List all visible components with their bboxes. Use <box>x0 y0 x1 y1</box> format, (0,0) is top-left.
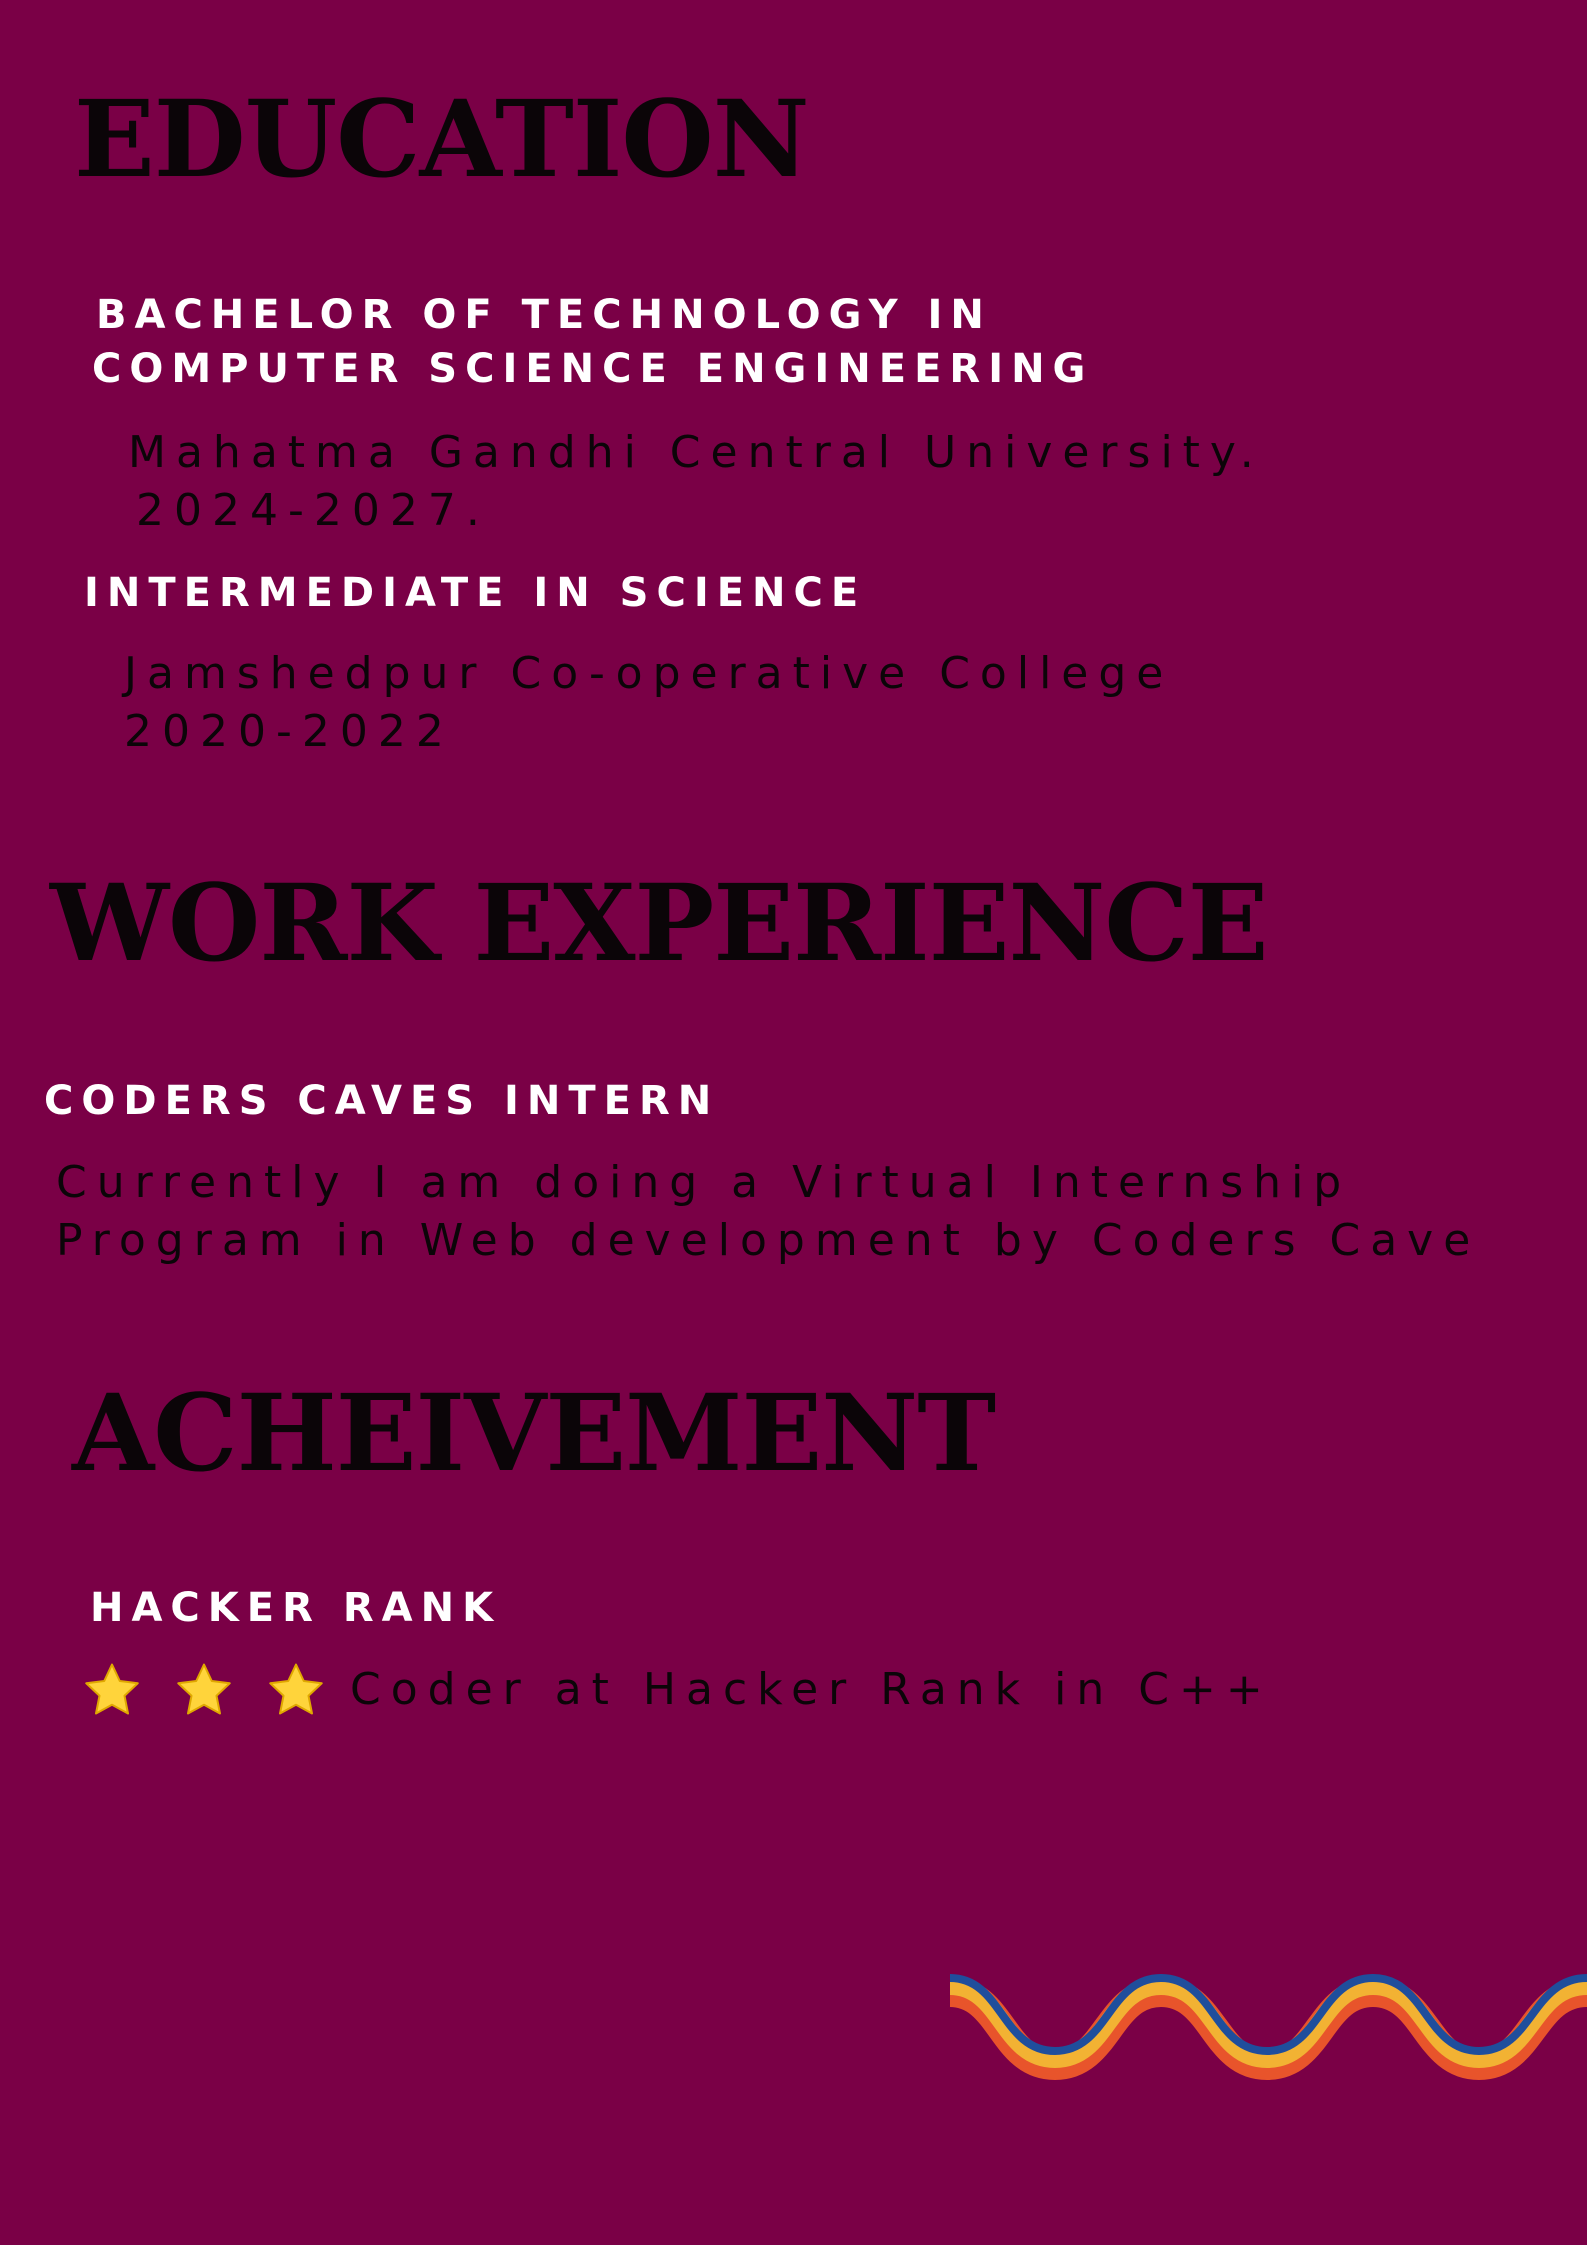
internship-description-line-2: Program in Web development by Coders Cav… <box>56 1215 1481 1266</box>
achievement-rating-row: Coder at Hacker Rank in C++ <box>82 1660 1273 1720</box>
work-experience-heading: WORK EXPERIENCE <box>50 860 1269 985</box>
degree-details: Mahatma Gandhi Central University. 2024-… <box>128 424 1264 540</box>
intermediate-title: INTERMEDIATE IN SCIENCE <box>84 570 867 616</box>
internship-description: Currently I am doing a Virtual Internshi… <box>56 1154 1480 1270</box>
degree-years: 2024-2027. <box>136 485 490 536</box>
achievement-description: Coder at Hacker Rank in C++ <box>350 1664 1273 1715</box>
intermediate-details: Jamshedpur Co-operative College 2020-202… <box>124 645 1173 761</box>
degree-institution: Mahatma Gandhi Central University. <box>128 427 1264 478</box>
star-icon <box>266 1660 326 1720</box>
degree-title-line-1: BACHELOR OF TECHNOLOGY IN <box>96 292 992 338</box>
intermediate-institution: Jamshedpur Co-operative College <box>124 648 1174 699</box>
internship-description-line-1: Currently I am doing a Virtual Internshi… <box>56 1157 1352 1208</box>
intermediate-years: 2020-2022 <box>124 706 454 757</box>
star-icon <box>174 1660 234 1720</box>
degree-title: BACHELOR OF TECHNOLOGY IN COMPUTER SCIEN… <box>92 288 1093 396</box>
degree-title-line-2: COMPUTER SCIENCE ENGINEERING <box>92 346 1094 392</box>
education-heading: EDUCATION <box>74 76 810 201</box>
internship-role: CODERS CAVES INTERN <box>44 1078 720 1124</box>
star-icon <box>82 1660 142 1720</box>
wave-decoration <box>950 1973 1587 2080</box>
achievement-platform: HACKER RANK <box>90 1585 502 1631</box>
achievement-heading: ACHEIVEMENT <box>72 1370 996 1495</box>
